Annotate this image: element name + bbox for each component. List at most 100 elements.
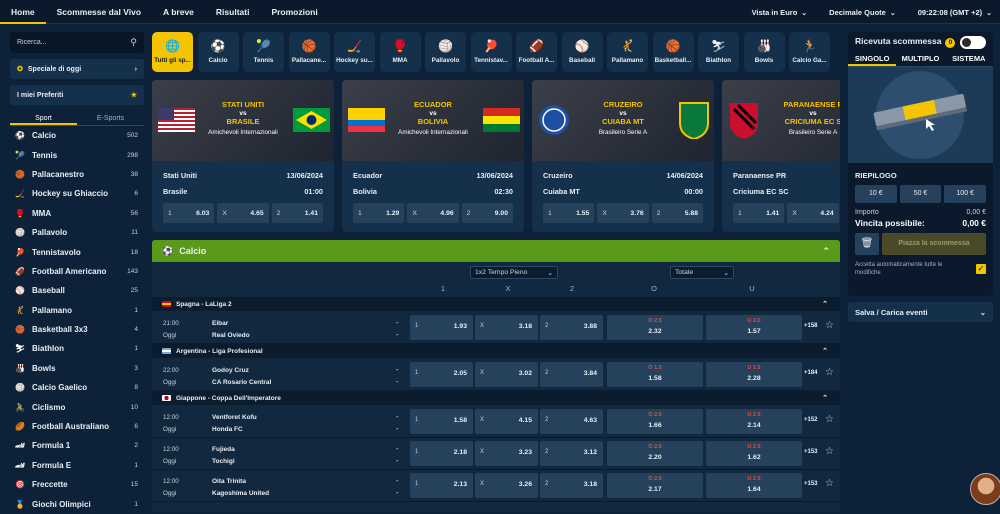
league-header[interactable]: Giappone - Coppa Dell'Imperatore ⌃ [152,391,840,405]
odd-button[interactable]: 2 3.18 [540,473,603,498]
special-today-link[interactable]: ✪ Speciale di oggi › [10,59,144,79]
odd-button[interactable]: 1 1.41 [733,203,785,223]
under-odd-button[interactable]: U 2.5 1.57 [706,315,802,340]
favorite-star-icon[interactable]: ☆ [825,478,834,489]
more-markets-button[interactable]: +158 [804,323,818,329]
section-header-calcio[interactable]: ⚽ Calcio ⌃ [152,240,840,262]
league-header[interactable]: Argentina - Liga Profesional ⌃ [152,344,840,358]
sport-filter-card[interactable]: 🏈 Football A... [516,32,557,72]
under-odd-button[interactable]: U 1.5 2.28 [706,362,802,387]
sport-filter-card[interactable]: ⛷ Biathlon [698,32,739,72]
under-odd-button[interactable]: U 2.5 1.64 [706,473,802,498]
over-odd-button[interactable]: O 1.5 1.58 [607,362,703,387]
nav-results[interactable]: Risultati [205,0,261,24]
sport-filter-card[interactable]: ⚾ Baseball [561,32,603,72]
search-input[interactable] [17,39,117,46]
sidebar-item-sport[interactable]: 🥊 MMA 56 [10,204,144,223]
favorites-link[interactable]: I miei Preferiti ★ [10,85,144,105]
sport-filter-card[interactable]: 🎾 Tennis [243,32,284,72]
nav-live[interactable]: Scommesse dal Vivo [46,0,152,24]
sidebar-item-sport[interactable]: 🎯 Freccette 15 [10,475,144,494]
clock-dropdown[interactable]: 09:22:08 (GMT +2) ⌄ [918,8,992,17]
tab-multiple[interactable]: MULTIPLO [896,52,944,66]
sidebar-item-sport[interactable]: ⛷ Biathlon 1 [10,339,144,358]
sidebar-item-sport[interactable]: 🏓 Tennistavolo 18 [10,242,144,261]
odd-button[interactable]: 2 5.88 [651,203,703,223]
sidebar-item-sport[interactable]: 🏈 Football Americano 143 [10,262,144,281]
odd-button[interactable]: 2 1.41 [271,203,323,223]
sport-filter-card[interactable]: 🎳 Bowls [743,32,785,72]
sport-filter-card[interactable]: ⚽ Calcio [197,32,239,72]
currency-view-dropdown[interactable]: Vista in Euro ⌄ [752,8,808,17]
event-card[interactable]: PARANAENSE Pvs CRICIUMA EC S Brasileiro Se… [722,80,840,232]
match-teams[interactable]: Oita Trinita Kagoshima United [212,476,269,500]
sport-filter-card[interactable]: 🏀 Basketball... [652,32,694,72]
odd-button[interactable]: X 3.18 [475,315,538,340]
sidebar-item-sport[interactable]: 🏐 Calcio Gaelico 8 [10,378,144,397]
sport-filter-card[interactable]: 🏀 Pallacane... [288,32,330,72]
odd-button[interactable]: 1 1.93 [410,315,473,340]
save-load-events[interactable]: Salva / Carica eventi ⌄ [848,302,993,322]
nav-upcoming[interactable]: A breve [152,0,205,24]
over-odd-button[interactable]: O 2.5 2.17 [607,473,703,498]
accept-changes-checkbox[interactable]: ✓ [976,264,986,274]
market-select[interactable]: 1x2 Tempo Pieno ⌄ [470,266,558,279]
odd-button[interactable]: 2 3.12 [540,441,603,466]
chevron-up-icon[interactable]: ⌃ [822,300,828,308]
match-teams[interactable]: Godoy Cruz CA Rosario Central [212,365,271,389]
tab-system[interactable]: SISTEMA [945,52,993,66]
sport-filter-card[interactable]: 🏐 Pallavolo [425,32,466,72]
place-bet-button[interactable]: Piazza la scommessa [882,233,986,255]
bet-slip-toggle[interactable] [960,35,986,49]
odd-button[interactable]: X 3.76 [597,203,649,223]
odd-button[interactable]: X 3.23 [475,441,538,466]
tab-esports[interactable]: E-Sports [77,111,144,125]
sidebar-item-sport[interactable]: 🏉 Football Australiano 6 [10,417,144,436]
under-odd-button[interactable]: U 2.5 1.62 [706,441,802,466]
more-markets-button[interactable]: +153 [804,481,818,487]
sport-filter-card[interactable]: 🌐 Tutti gli sp... [152,32,193,72]
favorite-star-icon[interactable]: ☆ [825,446,834,457]
sidebar-item-sport[interactable]: 🏀 Pallacanestro 38 [10,165,144,184]
stake-50-button[interactable]: 50 € [899,185,942,203]
sidebar-item-sport[interactable]: 🏐 Pallavolo 11 [10,223,144,242]
sport-filter-card[interactable]: 🤾 Pallamano [607,32,648,72]
odd-button[interactable]: 1 1.29 [353,203,405,223]
favorite-star-icon[interactable]: ☆ [825,320,834,331]
tab-sport[interactable]: Sport [10,111,77,125]
odd-button[interactable]: 1 1.58 [410,409,473,434]
over-odd-button[interactable]: O 2.5 2.32 [607,315,703,340]
odd-button[interactable]: X 4.96 [407,203,459,223]
match-teams[interactable]: Ventforet Kofu Honda FC [212,412,257,436]
sidebar-item-sport[interactable]: ⚾ Baseball 25 [10,281,144,300]
under-odd-button[interactable]: U 2.5 2.14 [706,409,802,434]
sidebar-item-sport[interactable]: 🎳 Bowls 3 [10,359,144,378]
odd-button[interactable]: 1 2.18 [410,441,473,466]
sport-filter-card[interactable]: 🏒 Hockey su... [334,32,375,72]
odd-button[interactable]: 2 4.63 [540,409,603,434]
odd-button[interactable]: X 3.02 [475,362,538,387]
sidebar-item-sport[interactable]: 🏎 Formula 1 2 [10,436,144,455]
sport-filter-card[interactable]: 🏓 Tennistav... [470,32,512,72]
sport-filter-card[interactable]: 🥊 MMA [379,32,421,72]
match-teams[interactable]: Eibar Real Oviedo [212,318,250,342]
trash-icon[interactable]: 🗑 [855,233,879,255]
chevron-up-icon[interactable]: ⌃ [822,394,828,402]
over-odd-button[interactable]: O 2.5 1.66 [607,409,703,434]
sidebar-item-sport[interactable]: 🚴 Ciclismo 10 [10,397,144,416]
sidebar-item-sport[interactable]: 🏒 Hockey su Ghiaccio 6 [10,184,144,203]
more-markets-button[interactable]: +184 [804,370,818,376]
odd-button[interactable]: X 4.15 [475,409,538,434]
total-select[interactable]: Totale ⌄ [670,266,734,279]
tab-single[interactable]: SINGOLO [848,52,897,66]
nav-promotions[interactable]: Promozioni [260,0,328,24]
sidebar-item-sport[interactable]: 🎾 Tennis 298 [10,145,144,164]
stake-10-button[interactable]: 10 € [855,185,897,203]
favorite-star-icon[interactable]: ☆ [825,414,834,425]
nav-home[interactable]: Home [0,0,46,24]
chevron-up-icon[interactable]: ⌃ [822,246,830,257]
odd-button[interactable]: X 4.24 [787,203,839,223]
favorite-star-icon[interactable]: ☆ [825,367,834,378]
more-markets-button[interactable]: +152 [804,417,818,423]
chevron-up-icon[interactable]: ⌃ [822,347,828,355]
